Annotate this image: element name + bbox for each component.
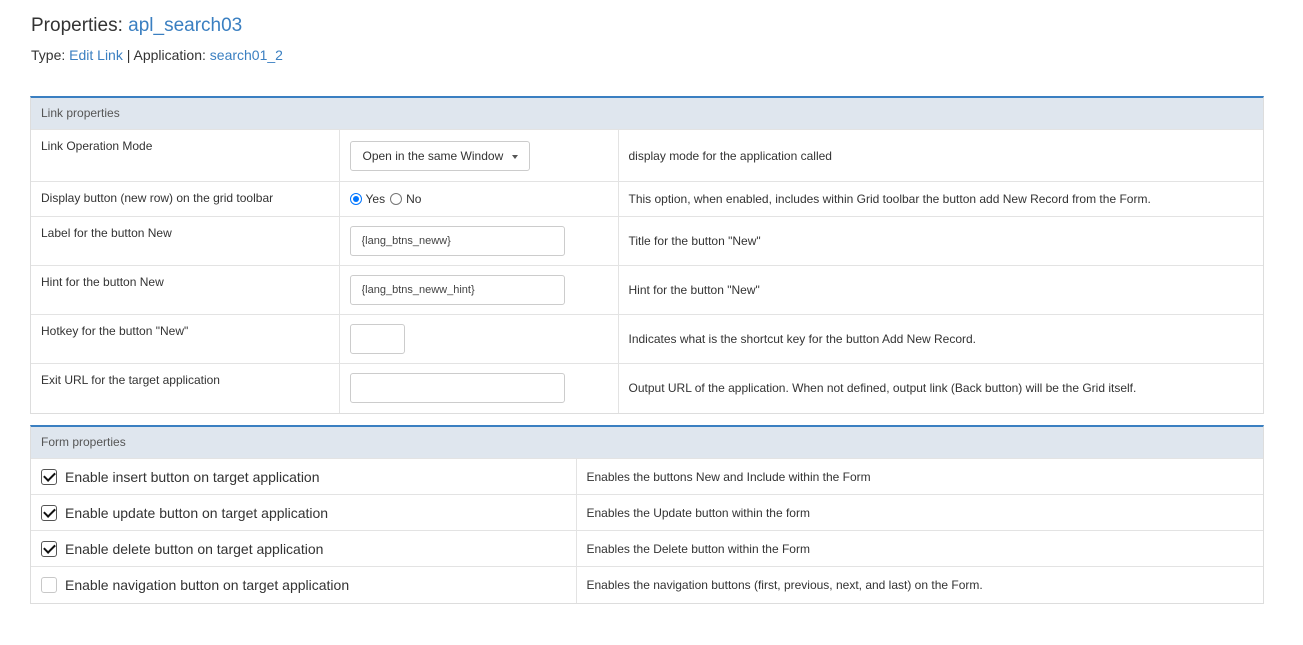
link-properties-table: Link Operation Mode Open in the same Win… [31, 129, 1263, 413]
type-label: Type: [31, 47, 70, 63]
row-control [338, 216, 618, 266]
enable-navigation-checkbox[interactable] [41, 576, 57, 593]
type-link[interactable]: Edit Link [69, 47, 123, 63]
row-enable-insert: Enable insert button on target applicati… [31, 458, 1263, 495]
enable-insert-checkbox[interactable] [41, 468, 57, 485]
radio-no-label: No [406, 192, 422, 206]
checkbox-label: Enable insert button on target applicati… [65, 468, 320, 485]
row-description: Enables the buttons New and Include with… [575, 458, 1263, 495]
radio-no[interactable] [390, 193, 403, 205]
row-label: Hotkey for the button "New" [31, 314, 339, 364]
select-value: Open in the same Window [362, 148, 504, 163]
yes-no-radio-group: Yes No [349, 192, 608, 206]
row-label: Link Operation Mode [31, 129, 339, 182]
row-label: Label for the button New [31, 216, 339, 266]
row-enable-navigation: Enable navigation button on target appli… [31, 566, 1263, 603]
page-title: Properties: apl_search03 [31, 14, 283, 38]
separator: | [122, 47, 134, 63]
row-enable-update: Enable update button on target applicati… [31, 494, 1263, 531]
form-properties-panel: Form properties Enable insert button on … [30, 425, 1264, 604]
form-properties-heading: Form properties [31, 427, 1263, 458]
radio-yes-label: Yes [365, 192, 386, 206]
row-label: Display button (new row) on the grid too… [31, 181, 339, 217]
row-label: Hint for the button New [31, 265, 339, 315]
row-link-operation-mode: Link Operation Mode Open in the same Win… [31, 129, 1263, 182]
checkbox-cell: Enable insert button on target applicati… [31, 458, 576, 495]
row-description: Enables the Update button within the for… [575, 494, 1263, 531]
row-description: This option, when enabled, includes with… [617, 181, 1263, 217]
title-prefix: Properties: [31, 15, 129, 36]
row-description: display mode for the application called [617, 129, 1263, 182]
row-description: Hint for the button "New" [617, 265, 1263, 315]
row-enable-delete: Enable delete button on target applicati… [31, 530, 1263, 567]
checkbox-label: Enable delete button on target applicati… [65, 540, 324, 557]
checkbox-label: Enable update button on target applicati… [65, 504, 329, 521]
row-label: Exit URL for the target application [31, 363, 339, 413]
checkbox-cell: Enable navigation button on target appli… [31, 566, 576, 603]
row-control [338, 265, 618, 315]
form-properties-table: Enable insert button on target applicati… [31, 458, 1263, 603]
application-label: Application: [133, 47, 210, 63]
application-link[interactable]: search01_2 [210, 47, 283, 63]
checkbox-cell: Enable delete button on target applicati… [31, 530, 576, 567]
enable-update-checkbox[interactable] [41, 504, 57, 521]
row-control [338, 314, 618, 364]
caret-down-icon [512, 154, 519, 159]
hotkey-input[interactable] [349, 324, 405, 354]
row-label-new-button: Label for the button New Title for the b… [31, 216, 1263, 266]
row-hotkey-new-button: Hotkey for the button "New" Indicates wh… [31, 314, 1263, 364]
row-control: Yes No [338, 181, 618, 217]
row-description: Enables the navigation buttons (first, p… [575, 566, 1263, 603]
exit-url-input[interactable] [349, 373, 565, 404]
page-header: Properties: apl_search03 Type: Edit Link… [31, 14, 283, 64]
row-control: Open in the same Window [338, 129, 618, 182]
link-operation-mode-select[interactable]: Open in the same Window [349, 140, 531, 171]
label-new-input[interactable] [349, 226, 565, 256]
hint-new-input[interactable] [349, 275, 565, 305]
row-exit-url: Exit URL for the target application Outp… [31, 363, 1263, 413]
row-description: Output URL of the application. When not … [617, 363, 1263, 413]
row-hint-new-button: Hint for the button New Hint for the but… [31, 265, 1263, 315]
row-description: Title for the button "New" [617, 216, 1263, 266]
row-control [338, 363, 618, 413]
enable-delete-checkbox[interactable] [41, 540, 57, 557]
checkbox-label: Enable navigation button on target appli… [65, 576, 350, 593]
row-description: Enables the Delete button within the For… [575, 530, 1263, 567]
link-properties-heading: Link properties [31, 98, 1263, 129]
row-display-new-button: Display button (new row) on the grid too… [31, 181, 1263, 217]
radio-yes[interactable] [349, 193, 362, 205]
subtitle: Type: Edit Link | Application: search01_… [31, 46, 283, 64]
row-description: Indicates what is the shortcut key for t… [617, 314, 1263, 364]
checkbox-cell: Enable update button on target applicati… [31, 494, 576, 531]
link-properties-panel: Link properties Link Operation Mode Open… [30, 96, 1264, 414]
title-name: apl_search03 [128, 15, 243, 36]
